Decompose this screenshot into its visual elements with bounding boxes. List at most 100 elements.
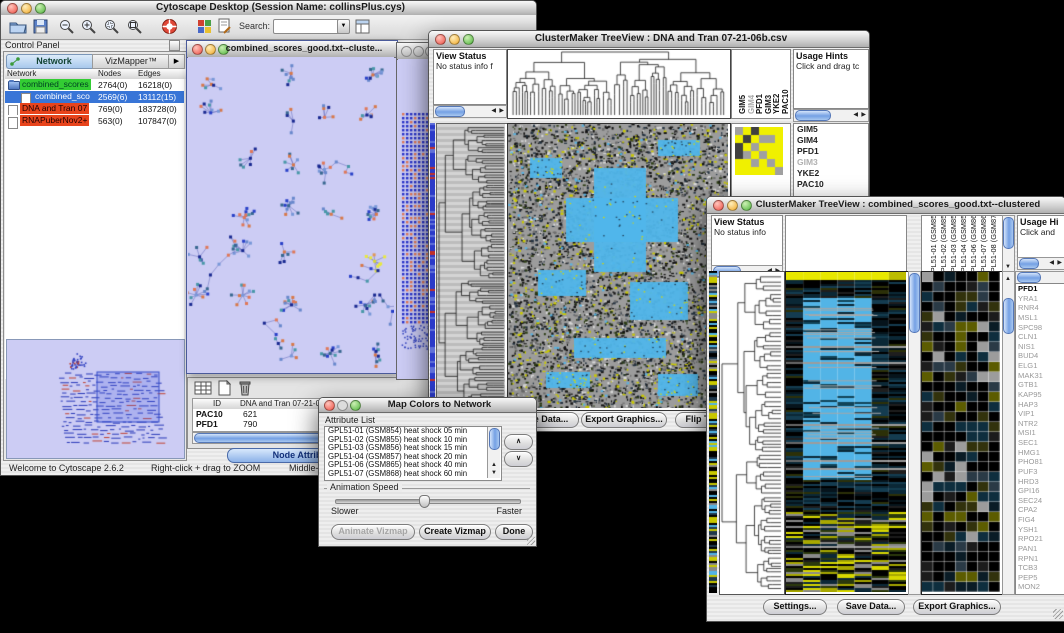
delete-attribute-icon[interactable] xyxy=(238,380,252,396)
scroll-right-icon[interactable]: ▶ xyxy=(1057,258,1062,268)
tv2-row-dendrogram[interactable] xyxy=(719,271,785,595)
scroll-left-icon[interactable]: ◀ xyxy=(1049,258,1054,268)
minimize-icon[interactable] xyxy=(413,46,424,57)
animate-vizmap-button[interactable]: Animate Vizmap xyxy=(331,524,415,540)
zoom-fit-icon[interactable] xyxy=(127,19,143,35)
network-row[interactable]: RNAPuberNov2+563(0)107847(0) xyxy=(5,115,184,127)
close-icon[interactable] xyxy=(7,3,18,14)
animation-slider-thumb[interactable] xyxy=(419,495,430,508)
save-icon[interactable] xyxy=(33,19,48,34)
tv1-view-status-text: No status info f xyxy=(434,61,506,71)
network-row[interactable]: DNA and Tran 07769(0)183728(0) xyxy=(5,103,184,115)
minimize-icon[interactable] xyxy=(337,400,348,411)
tv2-column-dendrogram[interactable] xyxy=(785,215,907,273)
control-panel: Network VizMapper™ ▶ Network Nodes Edges… xyxy=(3,51,187,461)
tv1-column-dendrogram[interactable] xyxy=(507,49,731,119)
tv2-zoom-vscroll[interactable]: ▲ xyxy=(1002,271,1015,595)
move-down-button[interactable]: ∨ xyxy=(504,451,533,467)
scroll-left-icon[interactable]: ◀ xyxy=(491,106,496,116)
network-view-titlebar[interactable]: combined_scores_good.txt--cluste... xyxy=(187,41,397,58)
help-lifebuoy-icon[interactable] xyxy=(161,18,178,35)
dialog-titlebar[interactable]: Map Colors to Network xyxy=(319,398,536,413)
data-col-id[interactable]: ID xyxy=(193,399,240,409)
network-name: RNAPuberNov2+ xyxy=(20,115,89,126)
gene-label: PAN1 xyxy=(1016,544,1064,554)
col-network[interactable]: Network xyxy=(5,69,98,79)
attribute-list[interactable]: GPL51-01 (GSM854) heat shock 05 minGPL51… xyxy=(324,426,502,481)
tv2-heatmap-vscroll[interactable] xyxy=(908,271,921,595)
tab-overflow-icon[interactable]: ▶ xyxy=(168,54,185,69)
main-titlebar[interactable]: Cytoscape Desktop (Session Name: collins… xyxy=(1,1,536,16)
network-nodes: 2569(6) xyxy=(98,91,127,103)
array-label: PFD1 xyxy=(755,94,764,114)
array-label: GPL51-04 (GSM857) xyxy=(959,215,968,273)
move-up-button[interactable]: ∧ xyxy=(504,434,533,450)
tab-network[interactable]: Network xyxy=(6,54,94,69)
tv2-button-1[interactable]: Save Data... xyxy=(837,599,905,615)
tv1-usage-hscroll[interactable]: ◀ ▶ xyxy=(793,109,869,122)
zoom-selected-icon[interactable] xyxy=(104,19,120,35)
table-browser-icon[interactable] xyxy=(355,19,370,34)
annotation-icon[interactable] xyxy=(217,18,232,35)
attribute-list-vscroll[interactable]: ▲ ▼ xyxy=(487,427,500,478)
network-row[interactable]: combined_scores2764(0)16218(0) xyxy=(5,79,184,91)
gene-label: YKE2 xyxy=(794,168,868,179)
close-icon[interactable] xyxy=(435,34,446,45)
tv2-labels-vscroll[interactable]: ▼ xyxy=(1002,215,1015,273)
network-overview[interactable] xyxy=(6,339,185,459)
treeview1-titlebar[interactable]: ClusterMaker TreeView : DNA and Tran 07-… xyxy=(429,31,869,48)
tv2-button-2[interactable]: Export Graphics... xyxy=(913,599,1001,615)
network-row[interactable]: combined_sco2569(6)13112(15) xyxy=(5,91,184,103)
treeview2-titlebar[interactable]: ClusterMaker TreeView : combined_scores_… xyxy=(707,197,1064,214)
gene-label: PHO81 xyxy=(1016,457,1064,467)
new-attribute-icon[interactable] xyxy=(218,380,231,396)
tv1-button-2[interactable]: Export Graphics... xyxy=(581,412,667,428)
tv2-view-status-panel: View Status No status info xyxy=(711,215,783,267)
col-nodes[interactable]: Nodes xyxy=(96,69,138,79)
gene-label: HAP3 xyxy=(1016,400,1064,410)
scroll-down-icon[interactable]: ▼ xyxy=(491,468,497,478)
minimize-icon[interactable] xyxy=(205,44,216,55)
attribute-select-icon[interactable] xyxy=(194,381,212,395)
resize-grip[interactable] xyxy=(527,537,535,545)
zoom-out-icon[interactable] xyxy=(59,19,75,35)
tv1-row-dendrogram[interactable] xyxy=(436,123,508,411)
scroll-right-icon[interactable]: ▶ xyxy=(861,110,866,120)
tv2-gene-list: PFD1YRA1RNR4MSL1SPC98CLN1NIS1BUD4ELG1MAK… xyxy=(1015,283,1064,595)
tv2-heatmap[interactable] xyxy=(785,271,909,595)
gene-label: KAP95 xyxy=(1016,390,1064,400)
gene-label: MAK31 xyxy=(1016,371,1064,381)
close-icon[interactable] xyxy=(401,46,412,57)
create-vizmap-button[interactable]: Create Vizmap xyxy=(419,524,491,540)
array-label: GPL51-03 (GSM856) xyxy=(949,215,958,273)
gene-label: PAC10 xyxy=(794,179,868,190)
attribute-item[interactable]: GPL51-07 (GSM868) heat shock 60 min xyxy=(325,470,501,479)
resize-grip[interactable] xyxy=(1053,609,1063,619)
tv1-status-hscroll[interactable]: ◀ ▶ xyxy=(433,105,507,118)
scroll-left-icon[interactable]: ◀ xyxy=(853,110,858,120)
row-id: PAC10 xyxy=(196,409,223,419)
tv2-zoom-heatmap[interactable] xyxy=(921,271,1003,595)
network-canvas[interactable] xyxy=(188,57,394,371)
close-icon[interactable] xyxy=(324,400,335,411)
status-hint-middle: Middle- xyxy=(289,463,319,473)
scroll-right-icon[interactable]: ▶ xyxy=(499,106,504,116)
tv1-heatmap[interactable] xyxy=(507,123,731,411)
file-icon xyxy=(8,117,18,129)
close-icon[interactable] xyxy=(192,44,203,55)
search-input[interactable] xyxy=(273,19,341,34)
search-dropdown-icon[interactable]: ▼ xyxy=(337,19,350,34)
map-colors-dialog: Map Colors to Network Attribute List GPL… xyxy=(318,397,537,547)
col-edges[interactable]: Edges xyxy=(136,69,187,79)
tab-vizmapper[interactable]: VizMapper™ xyxy=(92,54,170,69)
open-file-icon[interactable] xyxy=(9,19,27,34)
gene-label: PEP5 xyxy=(1016,573,1064,583)
scroll-up-icon[interactable]: ▲ xyxy=(1005,274,1011,284)
zoom-in-icon[interactable] xyxy=(81,19,97,35)
float-panel-icon[interactable] xyxy=(169,40,180,51)
close-icon[interactable] xyxy=(713,200,724,211)
gene-label: RNR4 xyxy=(1016,303,1064,313)
tv2-usage-hscroll[interactable]: ◀ ▶ xyxy=(1017,257,1064,270)
tv2-button-0[interactable]: Settings... xyxy=(763,599,827,615)
vizmapper-icon[interactable] xyxy=(197,19,212,34)
